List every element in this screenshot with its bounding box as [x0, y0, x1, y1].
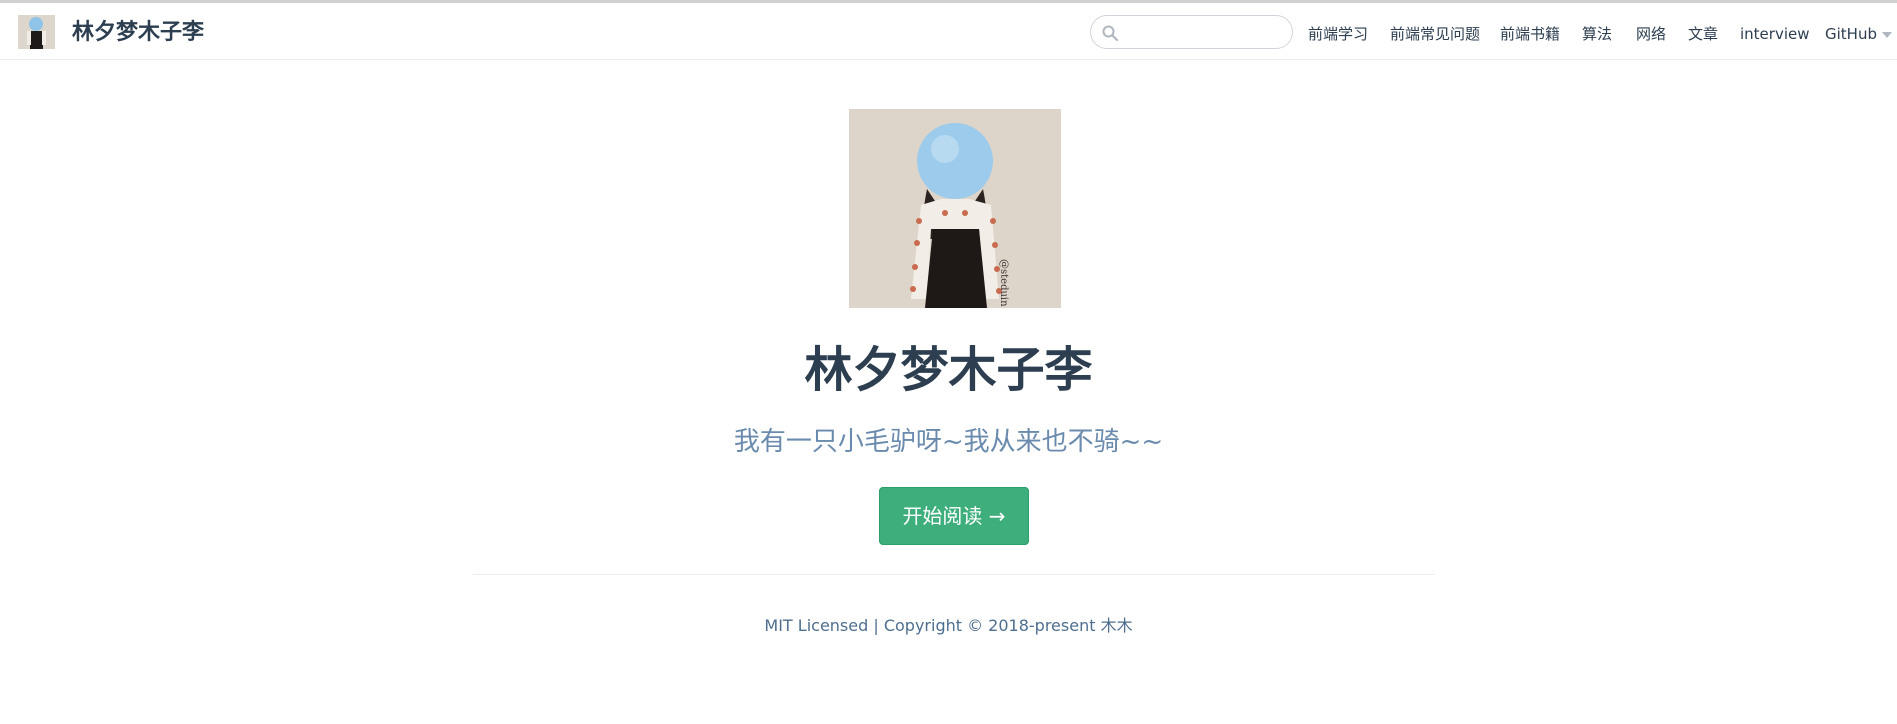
divider — [473, 574, 1435, 575]
hero-title: 林夕梦木子李 — [804, 342, 1093, 398]
svg-text:@steduin: @steduin — [998, 259, 1009, 307]
search-box[interactable] — [1090, 15, 1293, 49]
nav-link-frontend-books[interactable]: 前端书籍 — [1500, 22, 1560, 46]
nav-link-interview[interactable]: interview — [1740, 22, 1810, 46]
site-logo[interactable] — [18, 15, 55, 49]
navbar: 林夕梦木子李 前端学习 前端常见问题 前端书籍 算法 网络 文章 intervi… — [0, 3, 1897, 60]
nav-link-frontend-learning[interactable]: 前端学习 — [1308, 22, 1368, 46]
nav-link-network[interactable]: 网络 — [1636, 22, 1666, 46]
chevron-down-icon[interactable] — [1882, 32, 1892, 38]
hero-image: @steduin — [849, 109, 1061, 308]
footer-text: MIT Licensed | Copyright © 2018-present … — [764, 616, 1133, 635]
site-name[interactable]: 林夕梦木子李 — [72, 19, 204, 47]
nav-link-algorithms[interactable]: 算法 — [1582, 22, 1612, 46]
start-reading-button[interactable]: 开始阅读 → — [879, 487, 1029, 545]
search-input[interactable] — [1125, 20, 1285, 44]
nav-link-articles[interactable]: 文章 — [1688, 22, 1718, 46]
hero-description: 我有一只小毛驴呀~我从来也不骑~~ — [733, 427, 1164, 457]
nav-link-frontend-faq[interactable]: 前端常见问题 — [1390, 22, 1480, 46]
nav-link-github[interactable]: GitHub — [1825, 22, 1877, 46]
search-icon — [1102, 25, 1119, 42]
